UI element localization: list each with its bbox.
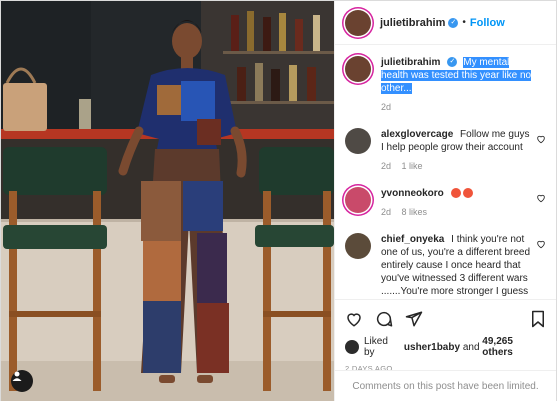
comment-body: yvonneokoro 2d 8 likes <box>381 187 546 219</box>
bookmark-icon <box>532 310 544 328</box>
save-button[interactable] <box>530 310 546 328</box>
verified-icon: ✓ <box>448 17 459 28</box>
comment-like-button[interactable] <box>536 133 546 147</box>
comment-item: chief_onyeka I think you're not one of u… <box>345 233 546 298</box>
post-actions: Liked by usher1baby and 49,265 others 2 … <box>335 299 556 373</box>
header-separator: • <box>462 17 466 28</box>
comments-list[interactable]: julietibrahim ✓ My mental health was test… <box>335 46 556 299</box>
follow-button[interactable]: Follow <box>470 17 505 29</box>
liker-avatar[interactable] <box>345 340 359 354</box>
liked-by: Liked by usher1baby and 49,265 others <box>345 336 546 358</box>
verified-icon: ✓ <box>447 57 458 68</box>
comment-icon <box>376 311 393 327</box>
comment-avatar[interactable] <box>345 233 371 259</box>
comment-avatar[interactable] <box>345 187 371 213</box>
caption-meta: 2d <box>381 101 532 114</box>
action-icons <box>345 308 546 330</box>
liked-prefix: Liked by <box>364 336 388 358</box>
comment-like-button[interactable] <box>536 192 546 206</box>
heart-icon <box>537 240 545 249</box>
comment-item: yvonneokoro 2d 8 likes <box>345 187 546 219</box>
comment-like-button[interactable] <box>536 238 546 252</box>
comment-body: chief_onyeka I think you're not one of u… <box>381 233 546 298</box>
comment-button[interactable] <box>375 310 393 328</box>
post-photo[interactable] <box>1 1 334 401</box>
user-tag-icon <box>12 371 22 381</box>
caption: julietibrahim ✓ My mental health was test… <box>345 56 546 114</box>
liked-and: and <box>462 341 480 353</box>
comment-likes[interactable]: 1 like <box>402 161 423 171</box>
comment-username[interactable]: yvonneokoro <box>381 188 444 199</box>
share-button[interactable] <box>405 310 423 328</box>
comment-avatar[interactable] <box>345 128 371 154</box>
share-icon <box>405 311 423 327</box>
comment-meta: 2d 8 likes <box>381 206 532 219</box>
instagram-post: julietibrahim ✓ • Follow julietibrahim ✓ … <box>0 0 557 401</box>
heart-icon <box>347 313 361 327</box>
comment-time: 2d <box>381 207 392 217</box>
user-tag-button[interactable] <box>11 370 33 392</box>
post-header: julietibrahim ✓ • Follow <box>335 1 556 45</box>
heart-icon <box>537 135 545 144</box>
comment-username[interactable]: alexglovercage <box>381 129 453 140</box>
author-username[interactable]: julietibrahim <box>380 17 445 29</box>
comment-body: alexglovercage Follow me guys I help peo… <box>381 128 546 173</box>
caption-body: julietibrahim ✓ My mental health was test… <box>381 56 546 114</box>
emoji-icon <box>450 188 461 199</box>
caption-username[interactable]: julietibrahim <box>381 57 440 68</box>
caption-avatar[interactable] <box>345 56 371 82</box>
liked-user[interactable]: usher1baby <box>404 342 460 353</box>
author-avatar[interactable] <box>345 9 371 36</box>
comment-item: alexglovercage Follow me guys I help peo… <box>345 128 546 173</box>
caption-time: 2d <box>381 102 392 112</box>
liked-others[interactable]: 49,265 others <box>482 336 546 358</box>
comments-limited-notice: Comments on this post have been limited. <box>335 370 556 401</box>
emoji-icon <box>462 188 473 199</box>
comment-meta: 2d 1 like <box>381 160 532 173</box>
like-button[interactable] <box>345 310 363 328</box>
comment-time: 2d <box>381 161 392 171</box>
comment-username[interactable]: chief_onyeka <box>381 234 444 245</box>
post-image <box>1 1 334 401</box>
comment-likes[interactable]: 8 likes <box>402 207 428 217</box>
post-side-panel: julietibrahim ✓ • Follow julietibrahim ✓ … <box>334 1 556 401</box>
heart-icon <box>537 194 545 203</box>
